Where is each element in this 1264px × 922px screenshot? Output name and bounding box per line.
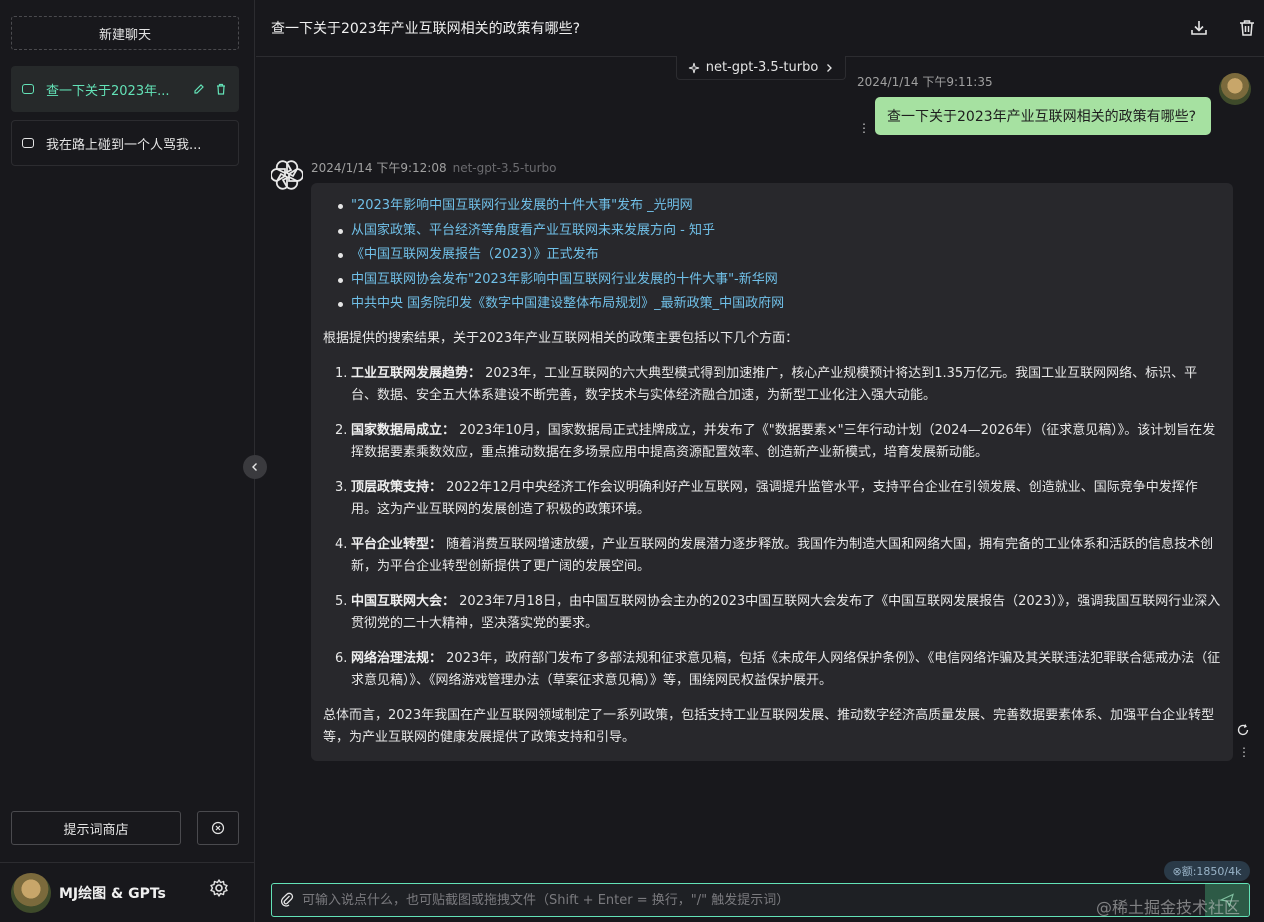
point-title: 顶层政策支持：	[351, 479, 443, 495]
point-text: 2023年7月18日，由中国互联网协会主办的2023中国互联网大会发布了《中国互…	[351, 593, 1221, 631]
user-name: MJ绘图 & GPTs	[59, 885, 166, 902]
list-item: 中共中央 国务院印发《数字中国建设整体布局规划》_最新政策_中国政府网	[323, 293, 1221, 318]
list-item: 4. 平台企业转型： 随着消费互联网增速放缓，产业互联网的发展潜力逐步释放。我国作…	[323, 534, 1221, 578]
source-links: "2023年影响中国互联网行业发展的十件大事"发布 _光明网 从国家政策、平台经…	[323, 195, 1221, 318]
source-link[interactable]: "2023年影响中国互联网行业发展的十件大事"发布 _光明网	[351, 198, 693, 213]
message-timestamp: 2024/1/14 下午9:12:08	[311, 161, 447, 175]
list-item: 6. 网络治理法规： 2023年，政府部门发布了多部法规和征求意见稿，包括《未成年…	[323, 648, 1221, 692]
download-icon[interactable]	[1189, 18, 1209, 38]
token-usage-badge: ⊗额:1850/4k	[1164, 861, 1250, 881]
more-options-icon[interactable]: ⋮	[858, 120, 870, 136]
session-item[interactable]: 我在路上碰到一个人骂我...	[11, 120, 239, 166]
delete-icon[interactable]	[1237, 18, 1257, 38]
policy-list: 1. 工业互联网发展趋势： 2023年，工业互联网的六大典型模式得到加速推广，核心…	[323, 363, 1221, 692]
list-number: 6.	[335, 650, 348, 666]
chevron-right-icon	[827, 63, 833, 72]
point-title: 网络治理法规：	[351, 650, 443, 666]
list-item: 从国家政策、平台经济等角度看产业互联网未来发展方向 - 知乎	[323, 220, 1221, 245]
model-name: net-gpt-3.5-turbo	[705, 60, 819, 75]
session-title: 我在路上碰到一个人骂我...	[46, 137, 202, 153]
more-options-icon[interactable]: ⋮	[1238, 745, 1250, 761]
list-item: 5. 中国互联网大会： 2023年7月18日，由中国互联网协会主办的2023中国互…	[323, 591, 1221, 635]
page-title: 查一下关于2023年产业互联网相关的政策有哪些?	[271, 21, 581, 37]
source-link[interactable]: 中共中央 国务院印发《数字中国建设整体布局规划》_最新政策_中国政府网	[351, 296, 784, 311]
list-item: 1. 工业互联网发展趋势： 2023年，工业互联网的六大典型模式得到加速推广，核心…	[323, 363, 1221, 407]
point-title: 国家数据局成立：	[351, 422, 456, 438]
point-text: 2023年10月，国家数据局正式挂牌成立，并发布了《"数据要素×"三年行动计划（…	[351, 422, 1216, 460]
user-message: 查一下关于2023年产业互联网相关的政策有哪些?	[875, 97, 1211, 135]
openai-logo-icon	[270, 159, 304, 191]
edit-icon[interactable]	[192, 82, 206, 96]
regenerate-icon[interactable]	[1236, 723, 1250, 737]
list-item: 中国互联网协会发布"2023年影响中国互联网行业发展的十件大事"-新华网	[323, 269, 1221, 294]
source-link[interactable]: 中国互联网协会发布"2023年影响中国互联网行业发展的十件大事"-新华网	[351, 272, 778, 287]
send-icon	[1220, 893, 1234, 907]
point-text: 2023年，政府部门发布了多部法规和征求意见稿，包括《未成年人网络保护条例》、《…	[351, 650, 1221, 688]
source-link[interactable]: 从国家政策、平台经济等角度看产业互联网未来发展方向 - 知乎	[351, 223, 715, 238]
chat-bubble-icon	[22, 84, 34, 94]
list-number: 5.	[335, 593, 348, 609]
list-number: 4.	[335, 536, 348, 552]
list-number: 3.	[335, 479, 348, 495]
list-item: 《中国互联网发展报告（2023）》正式发布	[323, 244, 1221, 269]
chat-bubble-icon	[22, 138, 34, 148]
sparkle-icon	[688, 62, 699, 73]
answer-summary: 总体而言，2023年我国在产业互联网领域制定了一系列政策，包括支持工业互联网发展…	[323, 707, 1215, 745]
clear-button[interactable]	[197, 811, 239, 845]
list-item: "2023年影响中国互联网行业发展的十件大事"发布 _光明网	[323, 195, 1221, 220]
chevron-left-icon	[252, 463, 257, 471]
session-title: 查一下关于2023年...	[46, 83, 170, 99]
message-input[interactable]	[302, 892, 1205, 908]
prompt-store-button[interactable]: 提示词商店	[11, 811, 181, 845]
list-number: 1.	[335, 365, 348, 381]
send-button[interactable]	[1205, 884, 1249, 916]
model-selector[interactable]: net-gpt-3.5-turbo	[676, 56, 846, 80]
new-chat-button[interactable]: 新建聊天	[11, 16, 239, 50]
point-title: 平台企业转型：	[351, 536, 443, 552]
message-composer	[271, 883, 1250, 917]
point-text: 2022年12月中央经济工作会议明确利好产业互联网，强调提升监管水平，支持平台企…	[351, 479, 1198, 517]
list-item: 2. 国家数据局成立： 2023年10月，国家数据局正式挂牌成立，并发布了《"数据…	[323, 420, 1221, 464]
message-meta: 2024/1/14 下午9:12:08 net-gpt-3.5-turbo	[311, 159, 557, 176]
gear-icon[interactable]	[209, 878, 229, 898]
message-model: net-gpt-3.5-turbo	[452, 161, 557, 175]
close-circle-icon	[211, 821, 225, 835]
point-title: 工业互联网发展趋势：	[351, 365, 482, 381]
sidebar-footer: MJ绘图 & GPTs	[0, 862, 255, 922]
delete-icon[interactable]	[214, 82, 228, 96]
chat-header: 查一下关于2023年产业互联网相关的政策有哪些?	[256, 0, 1264, 57]
point-title: 中国互联网大会：	[351, 593, 456, 609]
sidebar: 新建聊天 查一下关于2023年... 我在路上碰到一个人骂我... 提示词商店 …	[0, 0, 255, 922]
collapse-sidebar-button[interactable]	[243, 455, 267, 479]
session-item-active[interactable]: 查一下关于2023年...	[11, 66, 239, 112]
list-item: 3. 顶层政策支持： 2022年12月中央经济工作会议明确利好产业互联网，强调提升…	[323, 477, 1221, 521]
attachment-icon[interactable]	[272, 884, 302, 916]
user-avatar	[1219, 73, 1251, 105]
message-timestamp: 2024/1/14 下午9:11:35	[857, 75, 993, 89]
point-text: 随着消费互联网增速放缓，产业互联网的发展潜力逐步释放。我国作为制造大国和网络大国…	[351, 536, 1214, 574]
assistant-message: "2023年影响中国互联网行业发展的十件大事"发布 _光明网 从国家政策、平台经…	[311, 183, 1233, 761]
list-number: 2.	[335, 422, 348, 438]
answer-intro: 根据提供的搜索结果，关于2023年产业互联网相关的政策主要包括以下几个方面：	[323, 330, 799, 346]
source-link[interactable]: 《中国互联网发展报告（2023）》正式发布	[351, 247, 599, 262]
avatar[interactable]	[11, 872, 51, 913]
